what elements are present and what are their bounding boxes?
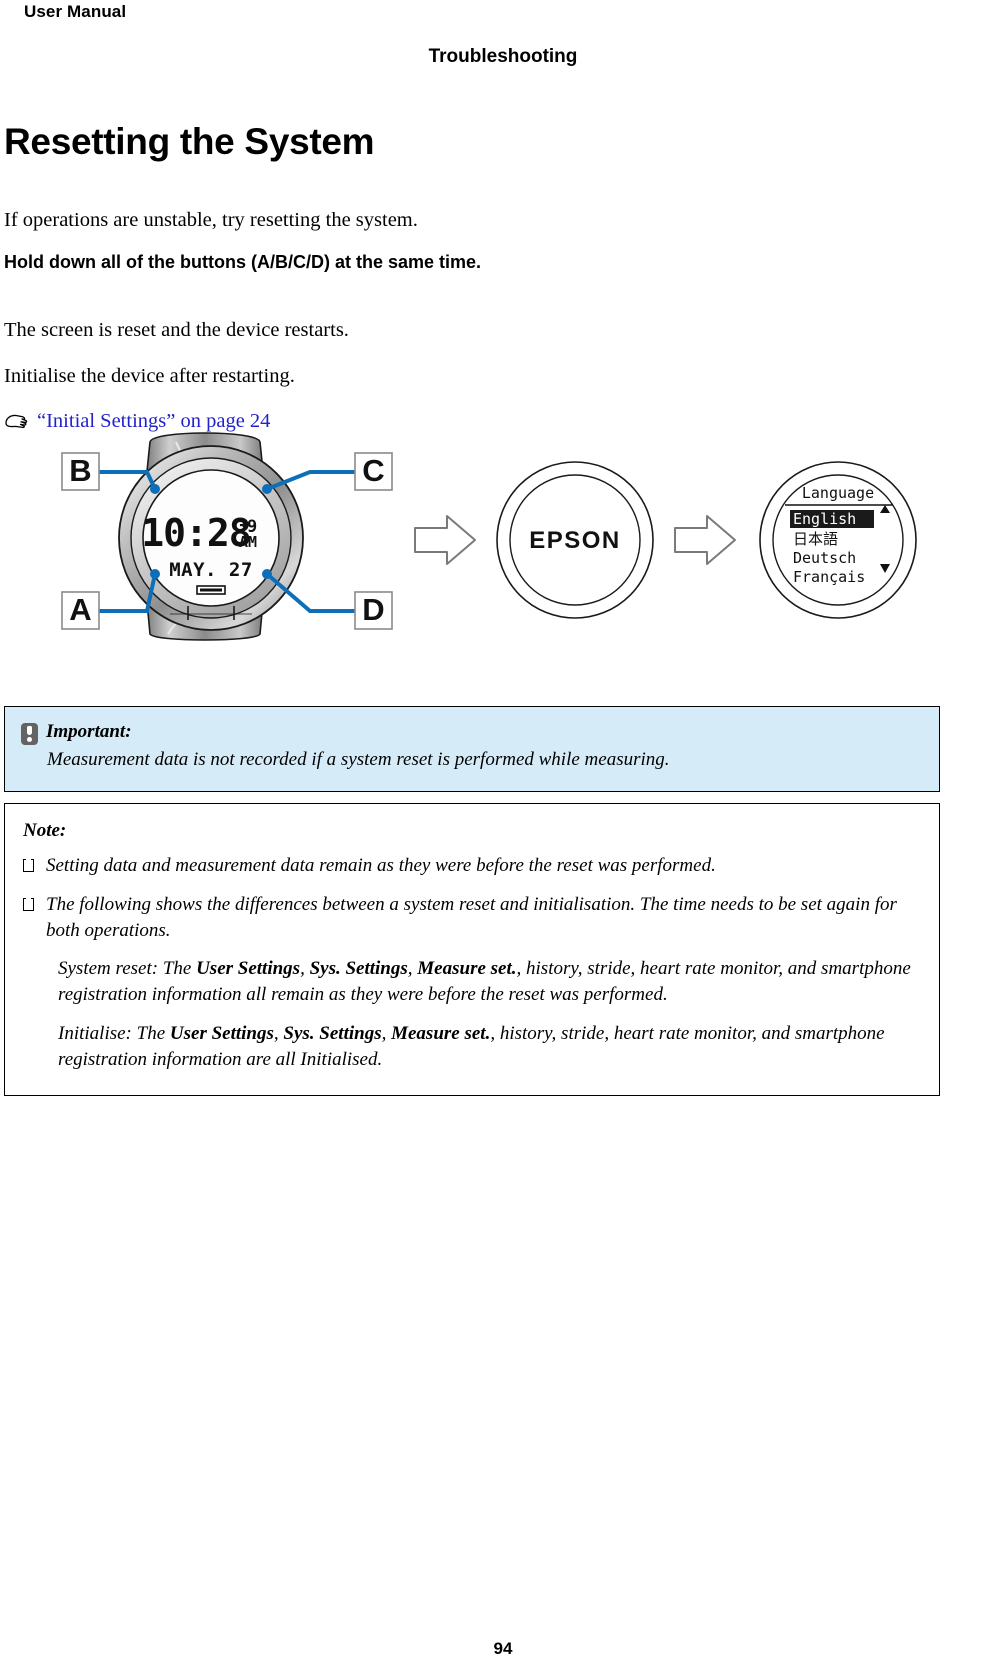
language-screen-circle: Language English 日本語 Deutsch Français — [759, 461, 917, 619]
callout-b-label: B — [69, 453, 91, 488]
note-para-sep-1: , — [273, 1023, 284, 1045]
important-text: Measurement data is not recorded if a sy… — [47, 749, 670, 770]
reset-sequence-figure: 10:28 39 AM MAY. 27 B C A D EPSON Langua… — [0, 428, 1006, 663]
checkbox-bullet-icon — [23, 857, 34, 872]
note-para-bold-user-settings: User Settings — [196, 958, 301, 980]
note-para-bold-sys-settings: Sys. Settings — [283, 1023, 382, 1045]
note-para-bold-measure-set: Measure set. — [417, 958, 517, 980]
page-number: 94 — [493, 1639, 513, 1658]
right-arrow-icon-2 — [674, 515, 736, 565]
note-title: Note: — [23, 820, 67, 841]
page-title: Resetting the System — [4, 121, 375, 162]
result-paragraph-1: The screen is reset and the device resta… — [4, 319, 349, 342]
language-menu-title: Language — [802, 484, 874, 502]
note-callout: Note: Setting data and measurement data … — [4, 803, 940, 1096]
instruction-paragraph: Hold down all of the buttons (A/B/C/D) a… — [4, 252, 482, 273]
note-para-bold-measure-set: Measure set. — [391, 1023, 491, 1045]
language-option-francais: Français — [793, 568, 865, 586]
callout-c-label: C — [362, 453, 384, 488]
language-option-english: English — [793, 510, 856, 528]
manual-label: User Manual — [24, 2, 127, 21]
figure-svg: 10:28 39 AM MAY. 27 B C A D EPSON Langua… — [61, 432, 917, 641]
note-list-item: Setting data and measurement data remain… — [23, 853, 921, 879]
page-content: Resetting the System If operations are u… — [4, 121, 944, 443]
note-paragraph-system-reset: System reset: The User Settings, Sys. Se… — [58, 956, 921, 1008]
note-para-sep-1: , — [300, 958, 310, 980]
right-arrow-icon-1 — [414, 515, 476, 565]
watch-time: 10:28 — [141, 511, 250, 555]
callout-d-label: D — [362, 592, 384, 627]
watch-meridiem: AM — [239, 533, 257, 551]
note-para-bold-sys-settings: Sys. Settings — [309, 958, 408, 980]
note-para-lead: Initialise: The — [58, 1023, 170, 1045]
note-para-sep-2: , — [381, 1023, 392, 1045]
language-option-deutsch: Deutsch — [793, 549, 856, 567]
exclamation-icon — [21, 723, 38, 745]
important-header: Important: — [21, 721, 923, 745]
checkbox-bullet-icon — [23, 895, 34, 911]
note-para-bold-user-settings: User Settings — [169, 1023, 274, 1045]
splash-screen-circle: EPSON — [496, 461, 654, 619]
result-paragraph-2: Initialise the device after restarting. — [4, 365, 295, 388]
chapter-title: Troubleshooting — [428, 46, 578, 67]
note-paragraph-initialise: Initialise: The User Settings, Sys. Sett… — [58, 1021, 921, 1073]
note-para-lead: System reset: The — [58, 958, 197, 980]
intro-paragraph: If operations are unstable, try resettin… — [4, 208, 418, 231]
language-option-japanese: 日本語 — [793, 530, 838, 548]
callout-a-label: A — [69, 592, 91, 627]
watch-date: MAY. 27 — [169, 559, 253, 581]
note-item-text: Setting data and measurement data remain… — [46, 855, 716, 876]
important-title: Important: — [46, 721, 132, 742]
note-list-item: The following shows the differences betw… — [23, 892, 921, 944]
manual-page: User Manual Troubleshooting Resetting th… — [0, 0, 1006, 1677]
epson-logo-text: EPSON — [529, 527, 621, 554]
note-item-text: The following shows the differences betw… — [46, 893, 897, 941]
note-para-sep-2: , — [407, 958, 418, 980]
important-callout: Important: Measurement data is not recor… — [4, 706, 940, 792]
